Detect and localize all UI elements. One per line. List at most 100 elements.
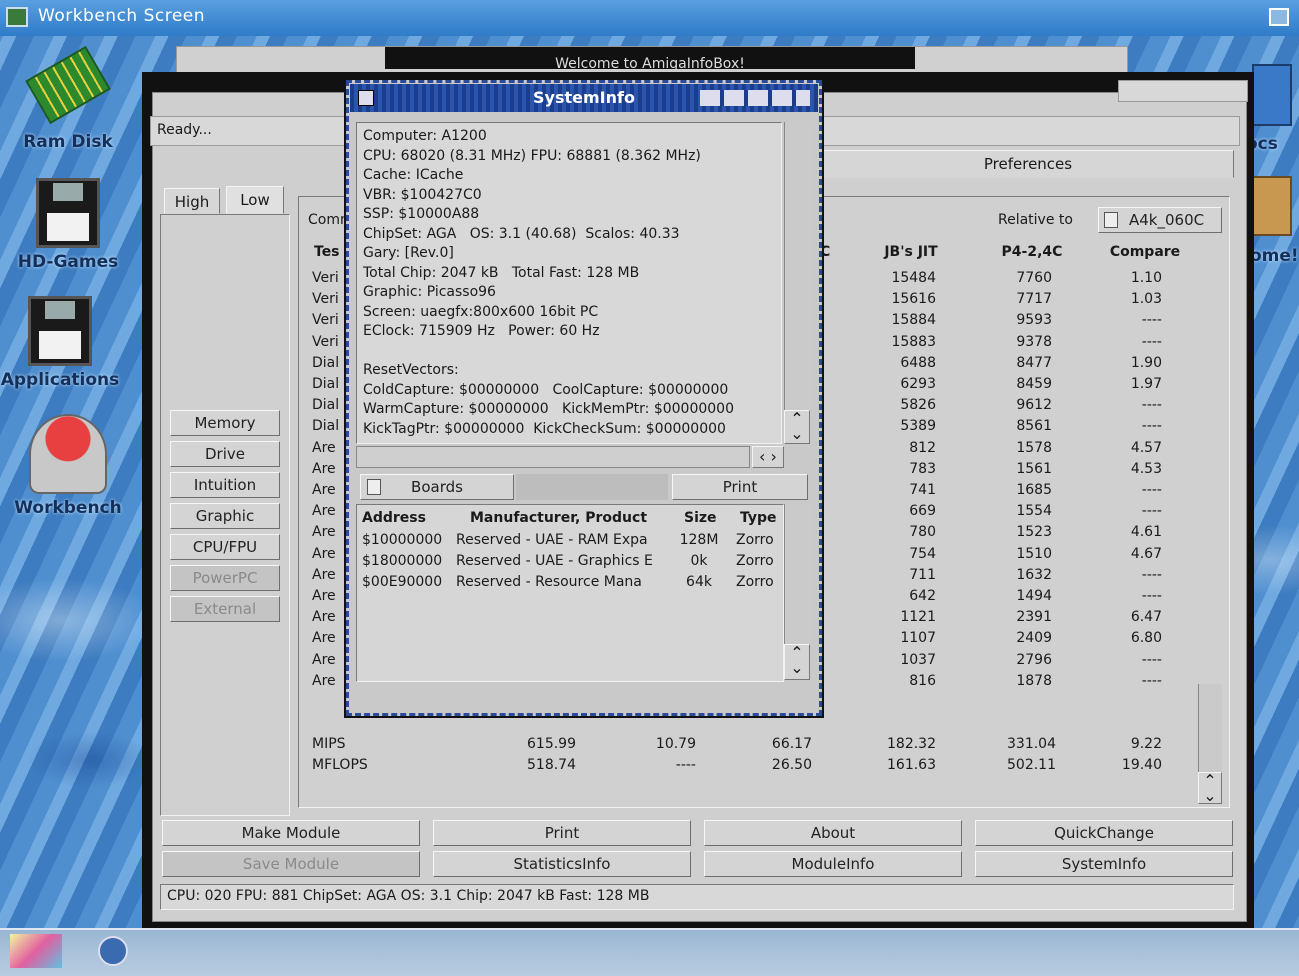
- result-row-jit: 812: [909, 439, 936, 456]
- result-row-compare: ----: [1141, 418, 1162, 435]
- result-row-name: Veri: [312, 333, 339, 350]
- ram-chip-icon: [25, 45, 111, 125]
- summary-p4: 331.04: [1007, 736, 1056, 752]
- about-button[interactable]: About: [704, 820, 962, 846]
- window-gadgets[interactable]: [1118, 80, 1248, 102]
- result-row-name: Veri: [312, 270, 339, 286]
- result-row-name: Veri: [312, 291, 339, 308]
- summary-b: 10.79: [655, 736, 696, 752]
- result-row-name: Are: [312, 630, 336, 647]
- result-row-name: Are: [312, 609, 336, 626]
- summary-b: ----: [675, 757, 696, 773]
- side-button-drive[interactable]: Drive: [170, 441, 280, 467]
- result-row-jit: 669: [909, 503, 936, 520]
- info-scroll-arrows[interactable]: ⌃ ⌄: [784, 410, 810, 444]
- board-size: 0k: [690, 553, 708, 569]
- boards-scroll-arrows[interactable]: ⌃ ⌄: [784, 644, 810, 680]
- cabinet-icon[interactable]: [1252, 64, 1292, 126]
- screen-depth-gadget[interactable]: [1269, 8, 1289, 26]
- result-row-compare: ----: [1141, 397, 1162, 414]
- col-header-compare: Compare: [1109, 244, 1181, 260]
- tab-preferences[interactable]: Preferences: [822, 150, 1234, 178]
- result-row-p4: 8459: [1016, 376, 1052, 392]
- side-button-cpufpu[interactable]: CPU/FPU: [170, 534, 280, 560]
- result-row-p4: 2409: [1016, 630, 1052, 647]
- app-launcher-icon[interactable]: [98, 936, 128, 966]
- result-row-compare: 4.61: [1130, 524, 1162, 541]
- systeminfo-titlebar[interactable]: SystemInfo: [350, 84, 818, 112]
- savemodule-button[interactable]: Save Module: [162, 851, 420, 877]
- result-row-jit: 780: [909, 524, 936, 541]
- quickchange-button[interactable]: QuickChange: [975, 820, 1233, 846]
- window-gadgets-icon[interactable]: [700, 90, 810, 106]
- board-size: 128M: [679, 532, 719, 548]
- popup-icon: [367, 479, 381, 495]
- result-row-compare: 4.53: [1130, 460, 1162, 477]
- side-button-intuition[interactable]: Intuition: [170, 472, 280, 498]
- home-drawer-icon[interactable]: [1252, 176, 1292, 236]
- hscroll-arrows[interactable]: ‹ ›: [752, 446, 784, 468]
- desktop-icon-workbench[interactable]: Workbench: [8, 414, 128, 518]
- systeminfo-button[interactable]: SystemInfo: [975, 851, 1233, 877]
- desktop-icon-ram-disk[interactable]: Ram Disk: [8, 45, 128, 152]
- boards-scrollbar[interactable]: [784, 504, 810, 644]
- result-row-jit: 816: [909, 672, 936, 689]
- print-button[interactable]: Print: [433, 820, 691, 846]
- icon-label: Applications: [0, 370, 120, 390]
- desktop-icon-applications[interactable]: Applications: [0, 296, 120, 390]
- relative-to-label: Relative to: [998, 212, 1073, 228]
- board-address: $00E90000: [362, 574, 443, 590]
- result-row-name: Are: [312, 482, 336, 498]
- result-row-p4: 1878: [1016, 672, 1052, 689]
- result-row-p4: 2391: [1016, 609, 1052, 626]
- statisticsinfo-button[interactable]: StatisticsInfo: [433, 851, 691, 877]
- info-hscrollbar[interactable]: [356, 446, 750, 468]
- result-row-p4: 1554: [1016, 503, 1052, 520]
- screen-titlebar: Workbench Screen: [0, 0, 1299, 36]
- result-row-compare: ----: [1141, 503, 1162, 520]
- side-button-memory[interactable]: Memory: [170, 410, 280, 436]
- floppy-disk-icon: [28, 296, 92, 366]
- summary-p4: 502.11: [1007, 757, 1056, 773]
- result-row-compare: 1.97: [1130, 376, 1162, 392]
- start-menu-icon[interactable]: [10, 934, 62, 968]
- results-scroll-arrows[interactable]: ⌃ ⌄: [1198, 772, 1222, 804]
- boards-button[interactable]: Boards: [360, 474, 514, 500]
- result-row-name: Are: [312, 439, 336, 456]
- result-row-name: Dial: [312, 376, 340, 392]
- back-window-titlebar[interactable]: Welcome to AmigaInfoBox!: [176, 46, 1128, 74]
- board-header-address: Address: [362, 510, 426, 526]
- summary-a: 615.99: [527, 736, 576, 752]
- result-row-name: Dial: [312, 397, 340, 414]
- result-row-p4: 1523: [1016, 524, 1052, 541]
- result-row-p4: 1632: [1016, 566, 1052, 583]
- results-scrollbar[interactable]: [1198, 684, 1222, 774]
- board-address: $10000000: [362, 532, 443, 548]
- side-button-graphic[interactable]: Graphic: [170, 503, 280, 529]
- tab-high[interactable]: High: [164, 188, 220, 214]
- result-row-jit: 741: [909, 482, 936, 498]
- summary-a: 518.74: [527, 757, 576, 773]
- result-row-p4: 1510: [1016, 545, 1052, 562]
- result-row-p4: 7760: [1016, 270, 1052, 286]
- result-row-compare: 4.67: [1130, 545, 1162, 562]
- close-icon[interactable]: [358, 90, 374, 106]
- systeminfo-title: SystemInfo: [533, 88, 635, 107]
- workbench-icon: [29, 414, 107, 494]
- result-row-name: Are: [312, 672, 336, 689]
- info-scrollbar[interactable]: [784, 122, 810, 410]
- icon-label: Workbench: [14, 498, 122, 518]
- summary-jit: 182.32: [887, 736, 936, 752]
- tab-low[interactable]: Low: [226, 186, 284, 214]
- print-button-sysinfo[interactable]: Print: [672, 474, 808, 500]
- status-bar-bottom: CPU: 020 FPU: 881 ChipSet: AGA OS: 3.1 C…: [160, 884, 1234, 910]
- result-row-name: Are: [312, 566, 336, 583]
- makemodule-button[interactable]: Make Module: [162, 820, 420, 846]
- side-button-powerpc[interactable]: PowerPC: [170, 565, 280, 591]
- result-row-compare: 1.03: [1130, 291, 1162, 308]
- summary-c: 66.17: [771, 736, 812, 752]
- screen-title: Workbench Screen: [38, 6, 206, 26]
- moduleinfo-button[interactable]: ModuleInfo: [704, 851, 962, 877]
- side-button-external[interactable]: External: [170, 596, 280, 622]
- desktop-icon-hd-games[interactable]: HD-Games: [8, 178, 128, 272]
